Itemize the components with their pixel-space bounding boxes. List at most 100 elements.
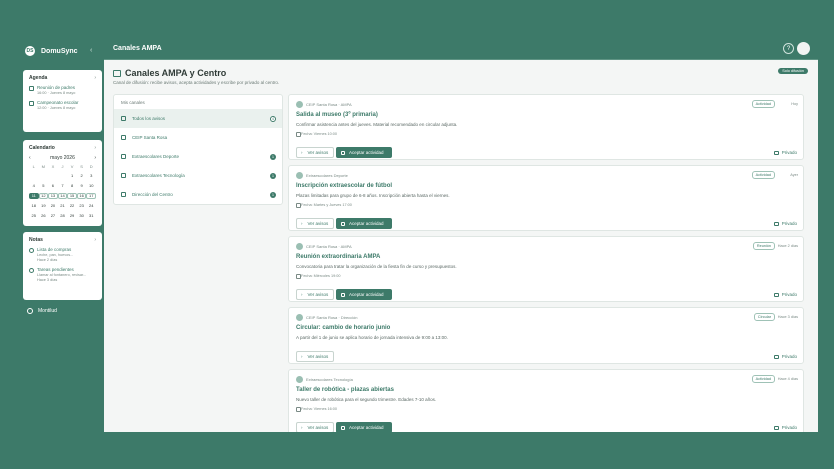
view-notices-button[interactable]: › Ver avisos xyxy=(296,422,334,432)
announcement-card[interactable]: CEIP Santa Rosa · AMPA Actividad Hoy Salida… xyxy=(288,94,804,160)
calendar-day[interactable]: 19 xyxy=(39,203,49,209)
calendar-day[interactable]: 15 xyxy=(67,193,77,199)
calendar-day[interactable]: 29 xyxy=(67,213,77,219)
post-type-badge: Reunión xyxy=(752,242,775,250)
agenda-event[interactable]: Campeonato escolar 12:00 · Jueves 8 mayo xyxy=(29,100,96,111)
calendar-day[interactable]: 31 xyxy=(86,213,96,219)
calendar-day[interactable]: 28 xyxy=(58,213,68,219)
calendar-day[interactable]: 8 xyxy=(67,183,77,189)
calendar-title: Calendario xyxy=(29,145,55,151)
note-item[interactable]: Lista de compras Leche, pan, huevos... H… xyxy=(29,247,96,263)
note-time: Hace 2 días xyxy=(37,258,58,262)
post-title: Inscripción extraescolar de fútbol xyxy=(296,183,393,189)
accept-activity-label: Aceptar actividad xyxy=(349,221,384,226)
calendar-day[interactable]: 30 xyxy=(77,213,87,219)
accept-activity-button[interactable]: Aceptar actividad xyxy=(336,218,392,229)
calendar-day[interactable]: 14 xyxy=(57,193,68,199)
post-type-badge: Actividad xyxy=(751,100,775,108)
calendar-icon xyxy=(29,101,34,106)
calendar-day[interactable]: 2 xyxy=(77,173,87,179)
announcement-card[interactable]: Extraescolares Tecnología Actividad Hace 4… xyxy=(288,369,804,432)
calendar-day[interactable]: 4 xyxy=(29,183,39,189)
avatar[interactable] xyxy=(797,42,810,55)
chevron-right-icon[interactable]: › xyxy=(94,237,96,243)
calendar-day[interactable]: 1 xyxy=(67,173,77,179)
post-date: Fecha: Martes y Jueves 17:00 xyxy=(296,203,352,208)
accept-activity-button[interactable]: Aceptar actividad xyxy=(336,289,392,300)
channel-avatar xyxy=(296,243,303,250)
weekday-label: V xyxy=(70,164,74,169)
calendar-day[interactable]: 3 xyxy=(86,173,96,179)
channels-panel: Mis canales Todos los avisos 4 CEIP Sant… xyxy=(113,94,283,205)
calendar-day xyxy=(58,173,68,179)
calendar-day[interactable]: 9 xyxy=(77,183,87,189)
channel-item-todos[interactable]: Todos los avisos 4 xyxy=(114,109,282,128)
view-notices-label: Ver avisos xyxy=(307,292,329,297)
view-notices-button[interactable]: › Ver avisos xyxy=(296,147,334,158)
calendar-day[interactable]: 20 xyxy=(48,203,58,209)
chip-icon xyxy=(121,173,126,178)
calendar-day[interactable]: 26 xyxy=(39,213,49,219)
chevron-right-icon[interactable]: › xyxy=(94,75,96,81)
topbar: Canales AMPA ? xyxy=(104,38,818,60)
calendar-day[interactable]: 5 xyxy=(39,183,49,189)
announcement-card[interactable]: Extraescolares Deporte Actividad Ayer Inscr… xyxy=(288,165,804,231)
agenda-event[interactable]: Reunión de padres 16:00 · Jueves 8 mayo xyxy=(29,85,96,96)
calendar-day[interactable]: 16 xyxy=(76,193,87,199)
school-icon xyxy=(121,135,126,140)
calendar-day[interactable]: 27 xyxy=(48,213,58,219)
calendar-day[interactable]: 11 xyxy=(29,193,39,199)
weekday-label: D xyxy=(89,164,93,169)
accept-activity-button[interactable]: Aceptar actividad xyxy=(336,147,392,158)
accept-activity-button[interactable]: Aceptar actividad xyxy=(336,422,392,432)
calendar-day[interactable]: 21 xyxy=(58,203,68,209)
view-notices-button[interactable]: › Ver avisos xyxy=(296,289,334,300)
chevron-left-icon[interactable]: ‹ xyxy=(90,47,92,54)
calendar-day[interactable]: 12 xyxy=(38,193,49,199)
post-source: Extraescolares Deporte xyxy=(306,173,348,178)
post-title: Taller de robótica - plazas abiertas xyxy=(296,387,394,393)
broadcast-only-badge: Solo difusión xyxy=(778,68,808,74)
calendar-day[interactable]: 18 xyxy=(29,203,39,209)
channel-item-ceip[interactable]: CEIP Santa Rosa xyxy=(114,128,282,147)
channel-item-direccion[interactable]: Dirección del Centro 1 xyxy=(114,185,282,204)
note-item[interactable]: Tareas pendientes Llamar al fontanero, r… xyxy=(29,267,96,283)
private-message-button[interactable]: Privado xyxy=(773,354,797,359)
post-type-badge: Actividad xyxy=(751,375,775,383)
calendar-day[interactable]: 22 xyxy=(67,203,77,209)
private-message-button[interactable]: Privado xyxy=(773,150,797,155)
prev-month-icon[interactable]: ‹ xyxy=(29,155,31,161)
private-message-button[interactable]: Privado xyxy=(773,292,797,297)
announcement-card[interactable]: CEIP Santa Rosa · AMPA Reunión Hace 2 días… xyxy=(288,236,804,302)
calendar-day[interactable]: 25 xyxy=(29,213,39,219)
calendar-day[interactable]: 7 xyxy=(58,183,68,189)
calendar-check-icon xyxy=(341,221,345,226)
post-source: CEIP Santa Rosa · Dirección xyxy=(306,315,358,320)
next-month-icon[interactable]: › xyxy=(94,155,96,161)
accept-activity-label: Aceptar actividad xyxy=(349,425,384,430)
view-notices-button[interactable]: › Ver avisos xyxy=(296,218,334,229)
channel-item-deporte[interactable]: Extraescolares Deporte 1 xyxy=(114,147,282,166)
view-notices-button[interactable]: › Ver avisos xyxy=(296,351,334,362)
post-title: Salida al museo (3º primaria) xyxy=(296,112,378,118)
calendar-card: Calendario › ‹ mayo 2026 › LMXJVSD1234567… xyxy=(23,140,102,226)
calendar-day[interactable]: 10 xyxy=(86,183,96,189)
private-label: Privado xyxy=(781,221,797,226)
calendar-day[interactable]: 13 xyxy=(48,193,58,199)
brand[interactable]: DS DomuSync xyxy=(25,46,78,56)
chevron-right-icon[interactable]: › xyxy=(94,145,96,151)
private-message-button[interactable]: Privado xyxy=(773,221,797,226)
help-icon[interactable]: ? xyxy=(783,43,794,54)
note-icon xyxy=(29,268,34,273)
calendar-check-icon xyxy=(341,425,345,430)
calendar-month: mayo 2026 xyxy=(50,155,75,161)
channel-item-tecnologia[interactable]: Extraescolares Tecnología 1 xyxy=(114,166,282,185)
private-message-button[interactable]: Privado xyxy=(773,425,797,430)
announcement-card[interactable]: CEIP Santa Rosa · Dirección Circular Hace … xyxy=(288,307,804,364)
calendar-icon xyxy=(29,86,34,91)
calendar-day[interactable]: 24 xyxy=(86,203,96,209)
sidebar-user-link[interactable]: Montilud xyxy=(27,308,57,314)
calendar-day[interactable]: 17 xyxy=(86,193,96,199)
calendar-day[interactable]: 23 xyxy=(77,203,87,209)
calendar-day[interactable]: 6 xyxy=(48,183,58,189)
